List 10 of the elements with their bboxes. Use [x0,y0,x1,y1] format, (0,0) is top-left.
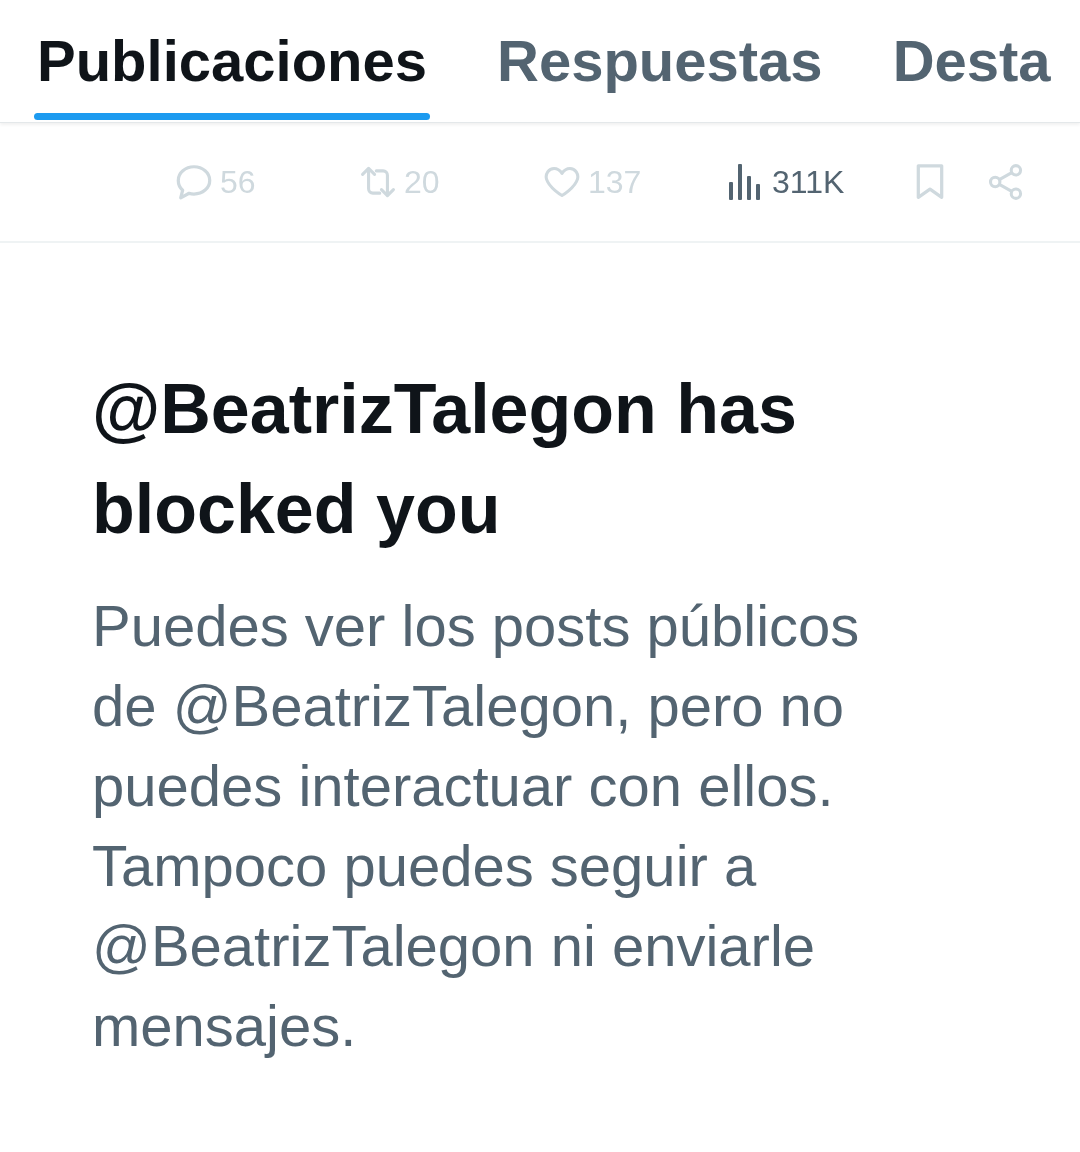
blocked-message: Puedes ver los posts públicos de @BeatrizTalegon, pero no puedes interactuar con ellos. Tampoco puedes seguir a @BeatrizTalegon ni enviarle mensajes. [92,592,861,1060]
tab[interactable]: Publicaciones [37,0,428,122]
speech-bubble-icon [176,164,212,200]
tab[interactable]: Desta [892,0,1051,122]
tab[interactable]: Respuestas [497,0,823,122]
share-icon [988,164,1024,200]
heart-icon [544,164,580,200]
blocked-title: @BeatrizTalegon has blocked you [92,369,798,550]
views-button[interactable]: 311K [728,162,845,202]
repost-arrows-icon [360,164,396,200]
